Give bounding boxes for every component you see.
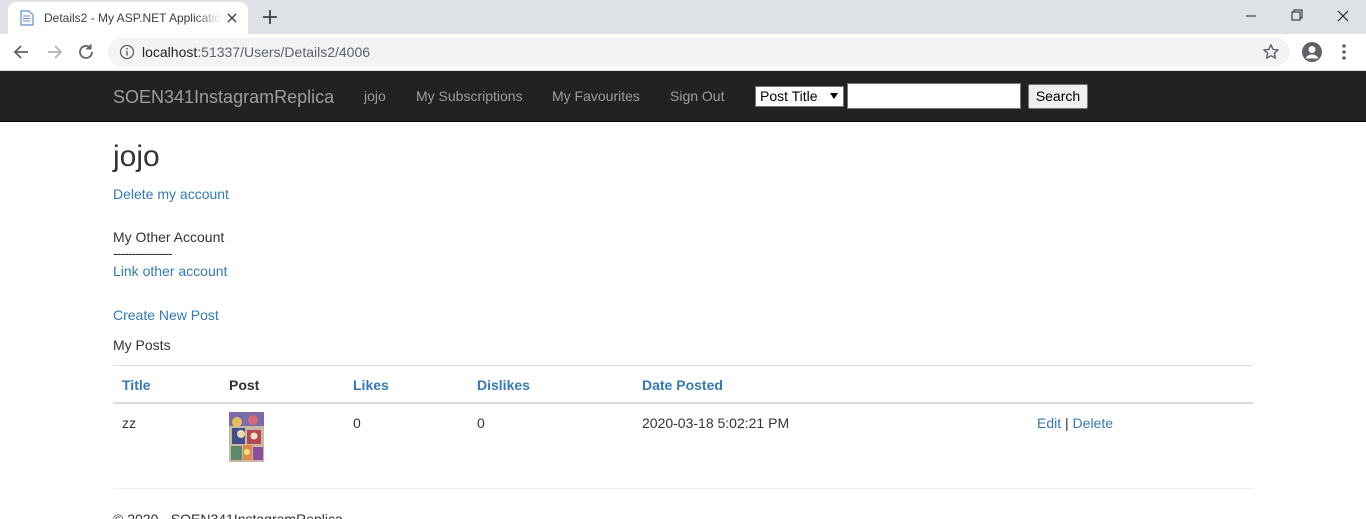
nav-link-favourites[interactable]: My Favourites bbox=[552, 88, 640, 104]
footer-divider bbox=[113, 488, 1253, 489]
tab-title: Details2 - My ASP.NET Application bbox=[44, 11, 222, 25]
row-actions: Edit | Delete bbox=[1037, 415, 1113, 431]
url-path: :51337/Users/Details2/4006 bbox=[197, 44, 371, 60]
back-arrow-icon[interactable] bbox=[12, 42, 32, 62]
browser-toolbar: localhost:51337/Users/Details2/4006 bbox=[0, 34, 1366, 71]
new-tab-icon[interactable] bbox=[260, 7, 280, 27]
other-account-heading: My Other Account bbox=[113, 229, 225, 245]
nav-link-profile[interactable]: jojo bbox=[364, 88, 386, 104]
site-navbar: SOEN341InstagramReplica jojo My Subscrip… bbox=[0, 71, 1366, 122]
url-text: localhost:51337/Users/Details2/4006 bbox=[142, 44, 370, 60]
post-date: 2020-03-18 5:02:21 PM bbox=[642, 415, 790, 431]
search-type-value: Post Title bbox=[760, 88, 818, 104]
browser-tab[interactable]: Details2 - My ASP.NET Application bbox=[8, 2, 248, 34]
site-info-icon[interactable] bbox=[119, 44, 135, 60]
page-title: jojo bbox=[113, 140, 160, 173]
my-posts-heading: My Posts bbox=[113, 337, 171, 353]
footer-text: © 2020 - SOEN341InstagramReplica bbox=[113, 511, 343, 519]
edit-link[interactable]: Edit bbox=[1037, 415, 1061, 431]
table-row: zz 0 0 2020-03-18 5:02:21 PM Edit | Dele… bbox=[113, 404, 1253, 489]
minimize-icon[interactable] bbox=[1228, 2, 1274, 30]
link-other-account-link[interactable]: Link other account bbox=[113, 263, 227, 279]
restore-icon[interactable] bbox=[1274, 2, 1320, 30]
column-header-title[interactable]: Title bbox=[122, 377, 151, 393]
page-favicon-icon bbox=[20, 10, 34, 26]
url-host: localhost bbox=[142, 44, 198, 60]
divider-dashes: ---------------- bbox=[113, 245, 173, 261]
delete-link[interactable]: Delete bbox=[1073, 415, 1113, 431]
dropdown-caret-icon bbox=[830, 93, 838, 99]
column-header-date-posted[interactable]: Date Posted bbox=[642, 377, 723, 393]
action-separator: | bbox=[1065, 415, 1069, 431]
address-bar[interactable]: localhost:51337/Users/Details2/4006 bbox=[108, 38, 1290, 66]
profile-avatar-icon[interactable] bbox=[1300, 40, 1324, 64]
post-dislikes-count: 0 bbox=[477, 415, 485, 431]
post-thumbnail-image[interactable] bbox=[229, 412, 264, 462]
bookmark-star-icon[interactable] bbox=[1262, 43, 1280, 61]
table-header-row: Title Post Likes Dislikes Date Posted bbox=[113, 366, 1253, 404]
reload-icon[interactable] bbox=[76, 42, 96, 62]
delete-account-link[interactable]: Delete my account bbox=[113, 186, 229, 202]
posts-table: Title Post Likes Dislikes Date Posted zz bbox=[113, 365, 1253, 489]
search-type-select[interactable]: Post Title bbox=[755, 86, 844, 107]
browser-menu-icon[interactable] bbox=[1334, 42, 1354, 62]
site-brand-link[interactable]: SOEN341InstagramReplica bbox=[113, 87, 334, 108]
column-header-post: Post bbox=[229, 377, 260, 393]
window-close-icon[interactable] bbox=[1320, 2, 1366, 30]
post-title-link[interactable]: zz bbox=[122, 415, 136, 431]
search-input[interactable] bbox=[847, 83, 1021, 109]
post-likes-count: 0 bbox=[353, 415, 361, 431]
column-header-likes[interactable]: Likes bbox=[353, 377, 389, 393]
nav-link-sign-out[interactable]: Sign Out bbox=[670, 88, 724, 104]
nav-link-subscriptions[interactable]: My Subscriptions bbox=[416, 88, 523, 104]
search-button[interactable]: Search bbox=[1028, 84, 1088, 109]
create-new-post-link[interactable]: Create New Post bbox=[113, 307, 219, 323]
browser-tab-strip: Details2 - My ASP.NET Application bbox=[0, 0, 1366, 34]
forward-arrow-icon[interactable] bbox=[44, 42, 64, 62]
column-header-dislikes[interactable]: Dislikes bbox=[477, 377, 530, 393]
tab-close-icon[interactable] bbox=[224, 10, 240, 26]
